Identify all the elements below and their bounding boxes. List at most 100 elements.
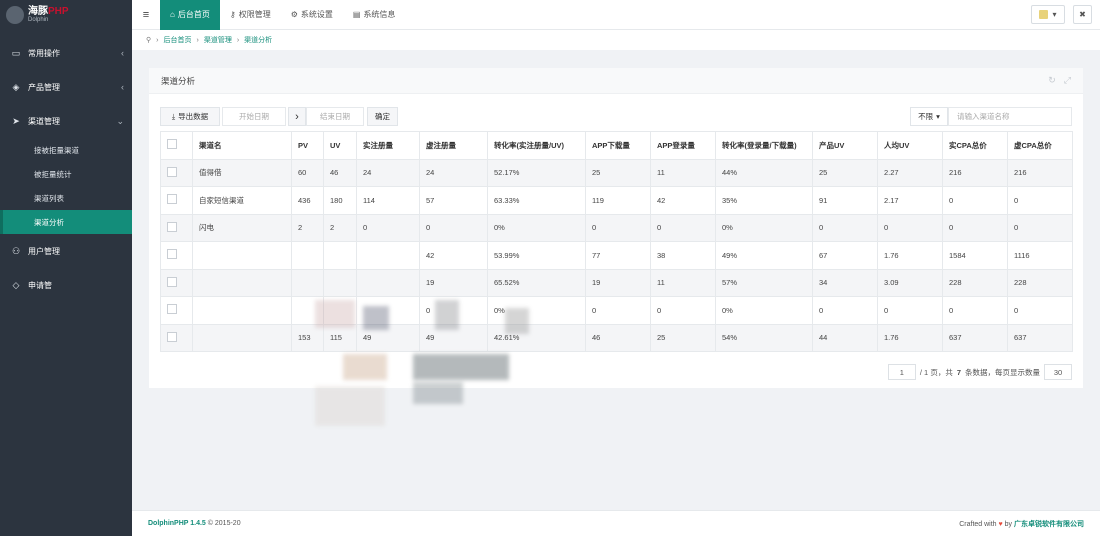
table-cell: 0	[1007, 186, 1073, 215]
table-cell	[291, 241, 324, 270]
select-all-checkbox[interactable]	[160, 131, 193, 160]
breadcrumb-separator: ›	[156, 36, 159, 44]
row-checkbox[interactable]	[160, 323, 193, 352]
column-header[interactable]: PV	[291, 131, 324, 160]
brand-title: 海豚PHP	[28, 5, 69, 17]
sidebar-subitem-channel-analysis[interactable]: 渠道分析	[0, 210, 132, 234]
table-cell: 119	[585, 186, 651, 215]
page-number-input[interactable]: 1	[887, 364, 916, 380]
row-checkbox[interactable]	[160, 268, 193, 297]
footer-copyright: © 2015-20	[207, 520, 241, 527]
table-cell: 11	[650, 268, 716, 297]
table-cell: 54%	[715, 323, 813, 352]
record-count: 7	[956, 367, 961, 377]
tab-dashboard[interactable]: ⌂ 后台首页	[160, 0, 220, 30]
table-cell: 436	[291, 186, 324, 215]
sidebar-subitem-channel-list[interactable]: 渠道列表	[0, 186, 132, 210]
table-cell: 77	[585, 241, 651, 270]
menu-toggle-icon[interactable]: ≡	[132, 9, 160, 21]
row-checkbox[interactable]	[160, 186, 193, 215]
column-header[interactable]: 虚CPA总价	[1007, 131, 1073, 160]
column-header[interactable]: APP登录量	[650, 131, 716, 160]
sidebar: 海豚PHP Dolphin ▭ 常用操作 ‹ ◈ 产品管理 ‹ ➤ 渠道管理 ⌄…	[0, 0, 132, 536]
sidebar-item-channels[interactable]: ➤ 渠道管理 ⌄	[0, 104, 132, 138]
breadcrumb: ⚲ › 后台首页 › 渠道管理 › 渠道分析	[132, 30, 1100, 50]
export-button[interactable]: ⤓ 导出数据	[160, 107, 220, 126]
footer-brand[interactable]: DolphinPHP 1.4.5	[148, 520, 206, 527]
table-cell: 46	[585, 323, 651, 352]
sidebar-subitem-rejected-channels[interactable]: 接被拒量渠道	[0, 138, 132, 162]
table-cell: 637	[942, 323, 1008, 352]
column-header[interactable]: 虚注册量	[419, 131, 488, 160]
chevron-left-icon: ‹	[121, 48, 124, 58]
refresh-icon[interactable]: ↻	[1048, 75, 1056, 86]
table-cell	[291, 268, 324, 297]
column-header[interactable]: 转化率(实注册量/UV)	[487, 131, 586, 160]
table-cell: 0	[877, 296, 943, 325]
table-cell: 0%	[715, 296, 813, 325]
breadcrumb-home[interactable]: 后台首页	[163, 35, 191, 45]
table-cell	[192, 268, 292, 297]
tab-system-info[interactable]: ▤ 系统信息	[343, 0, 406, 30]
end-date-input[interactable]: 结束日期	[306, 107, 364, 126]
chevron-down-icon: ⌄	[116, 115, 124, 126]
table-cell: 2.17	[877, 186, 943, 215]
user-menu-button[interactable]: ▾	[1031, 5, 1065, 24]
row-checkbox[interactable]	[160, 213, 193, 242]
row-checkbox[interactable]	[160, 241, 193, 270]
column-header[interactable]: 转化率(登录量/下载量)	[715, 131, 813, 160]
per-page-input[interactable]: 30	[1044, 364, 1072, 380]
row-checkbox[interactable]	[160, 296, 193, 325]
table-cell: 2.27	[877, 158, 943, 187]
tab-settings[interactable]: ⚙ 系统设置	[281, 0, 343, 30]
table-cell: 25	[812, 158, 878, 187]
fullscreen-icon[interactable]: ⤢	[1064, 75, 1071, 86]
table-row: 19 65.52% 19 11 57% 34 3.09 228 228	[160, 268, 1073, 297]
table-cell: 0	[650, 296, 716, 325]
column-header[interactable]: 渠道名	[192, 131, 292, 160]
column-header[interactable]: 实CPA总价	[942, 131, 1008, 160]
tab-permissions[interactable]: ⚷ 权限管理	[220, 0, 281, 30]
checkbox-icon	[167, 276, 177, 287]
footer-credits: Crafted with ♥ by 广东卓锐软件有限公司	[959, 519, 1084, 529]
column-header[interactable]: 实注册量	[356, 131, 420, 160]
sidebar-item-products[interactable]: ◈ 产品管理 ‹	[0, 70, 132, 104]
row-checkbox[interactable]	[160, 158, 193, 187]
table-cell: 53.99%	[487, 241, 586, 270]
page-total-text: / 1 页，共	[919, 367, 953, 377]
blurred-region	[315, 300, 535, 430]
logo[interactable]: 海豚PHP Dolphin	[0, 0, 132, 30]
breadcrumb-channels[interactable]: 渠道管理	[204, 35, 232, 45]
sidebar-item-applications[interactable]: ◇ 申请管	[0, 268, 132, 302]
sidebar-subitem-rejected-stats[interactable]: 被拒量统计	[0, 162, 132, 186]
footer: DolphinPHP 1.4.5 © 2015-20 Crafted with …	[132, 510, 1100, 536]
breadcrumb-current[interactable]: 渠道分析	[244, 35, 272, 45]
table-cell: 24	[356, 158, 420, 187]
column-header[interactable]: APP下载量	[585, 131, 651, 160]
column-header[interactable]: 人均UV	[877, 131, 943, 160]
table-cell: 35%	[715, 186, 813, 215]
table-cell: 1116	[1007, 241, 1073, 270]
folder-icon: ▭	[11, 47, 21, 58]
gear-icon: ⚙	[290, 10, 298, 19]
column-header[interactable]: UV	[323, 131, 357, 160]
checkbox-icon	[167, 139, 177, 150]
sidebar-item-users[interactable]: ⚇ 用户管理	[0, 234, 132, 268]
company-link[interactable]: 广东卓锐软件有限公司	[1014, 521, 1084, 528]
table-cell: 228	[1007, 268, 1073, 297]
table-cell	[323, 268, 357, 297]
start-date-input[interactable]: 开始日期	[222, 107, 286, 126]
tab-label: 系统设置	[300, 10, 333, 19]
channel-search-input[interactable]: 请输入渠道名称	[948, 107, 1072, 126]
column-header[interactable]: 产品UV	[812, 131, 878, 160]
sidebar-item-label: 常用操作	[28, 48, 60, 58]
clear-cache-button[interactable]: ✖	[1073, 5, 1092, 24]
tag-icon: ◇	[12, 279, 20, 290]
confirm-button[interactable]: 确定	[367, 107, 398, 126]
table-toolbar: ⤓ 导出数据 开始日期 › 结束日期 确定 不限 ▾ 请输入渠道名称	[160, 107, 1072, 126]
filter-select[interactable]: 不限 ▾	[910, 107, 948, 126]
by-text: by	[1004, 520, 1013, 528]
sidebar-item-common[interactable]: ▭ 常用操作 ‹	[0, 36, 132, 70]
table-cell: 91	[812, 186, 878, 215]
table-cell: 1.76	[877, 323, 943, 352]
